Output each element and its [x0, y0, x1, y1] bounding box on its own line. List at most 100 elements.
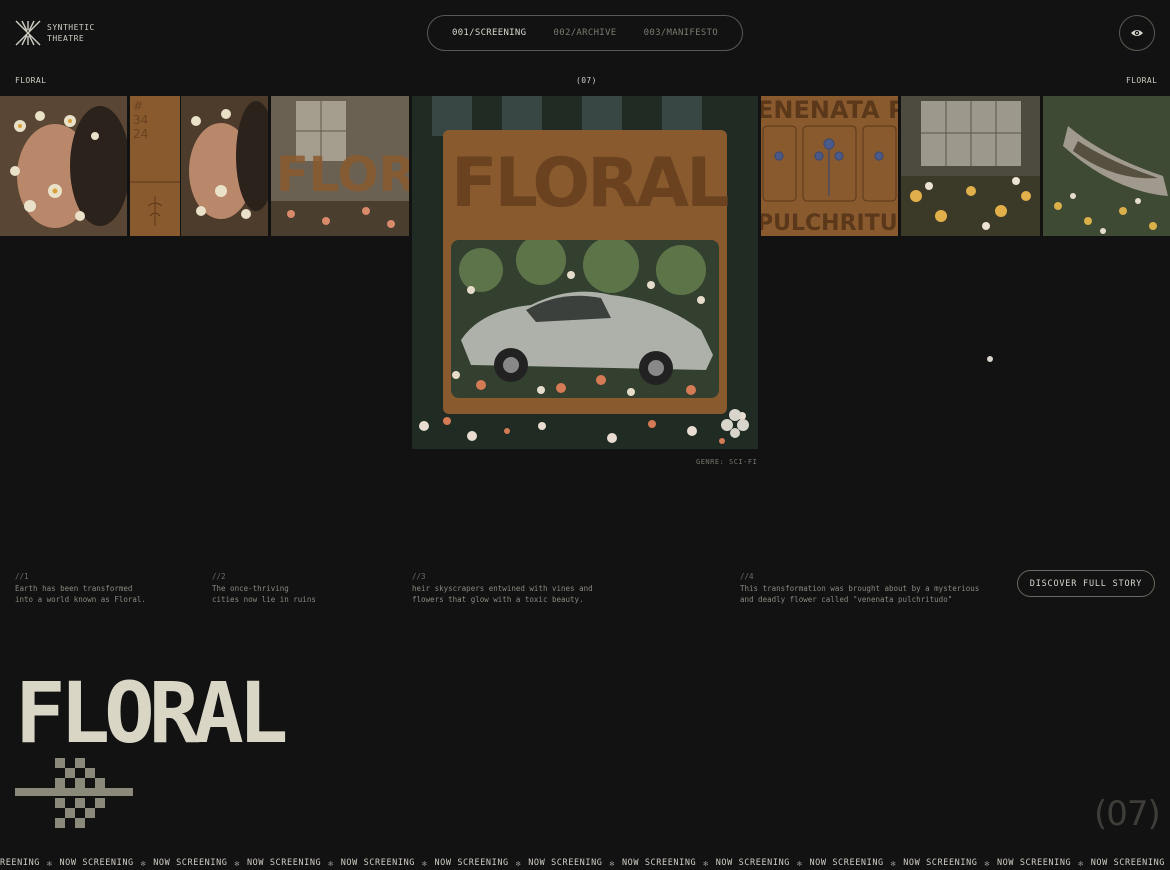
flower-face-image	[0, 96, 127, 236]
asterisk-icon: ✻	[797, 858, 803, 868]
featured-poster: FLORAL	[443, 130, 729, 414]
marquee-text: NOW SCREENING	[340, 858, 416, 868]
marquee-text: REENING	[0, 858, 41, 868]
featured-poster-frame[interactable]: FLORAL	[412, 96, 758, 449]
asterisk-icon: ✻	[515, 858, 522, 868]
marquee-track: REENING ✻ NOW SCREENING ✻ NOW SCREENING ✻ N…	[0, 858, 1165, 868]
marquee-item: NOW SCREENING ✻	[903, 858, 997, 868]
starburst-x-icon	[15, 20, 41, 46]
film-thumbnail-botanical[interactable]: ENENATA PU PULCHRITUDO	[761, 96, 898, 236]
svg-text:ENENATA PU: ENENATA PU	[761, 96, 898, 124]
marquee-item: NOW SCREENING ✻	[247, 858, 341, 868]
svg-text:#: #	[133, 99, 143, 113]
marquee-text: NOW SCREENING	[621, 858, 697, 868]
marquee-text: NOW SCREENING	[246, 858, 322, 868]
asterisk-icon: ✻	[890, 858, 897, 868]
story-item-2: //2 The once-thriving cities now lie in …	[212, 571, 316, 606]
svg-text:34: 34	[133, 113, 148, 127]
nav-item-manifesto[interactable]: 003/MANIFESTO	[644, 28, 718, 38]
visibility-toggle-button[interactable]	[1119, 15, 1155, 51]
pixel-title-art: FLORAL	[15, 664, 292, 762]
marquee-item: NOW SCREENING ✻	[341, 858, 435, 868]
marquee-text: NOW SCREENING	[1090, 858, 1166, 868]
asterisk-icon: ✻	[328, 858, 334, 868]
genre-label: GENRE: SCI-FI	[696, 458, 758, 466]
asterisk-icon: ✻	[422, 858, 428, 868]
film-thumbnail-ruins[interactable]: FLOR	[271, 96, 409, 236]
marquee-item: REENING ✻	[0, 858, 59, 868]
story-item-3: //3 heir skyscrapers entwined with vines…	[412, 571, 593, 606]
story-text: Earth has been transformed into a world …	[15, 583, 146, 605]
page-title: FLORAL	[15, 664, 345, 762]
asterisk-icon: ✻	[609, 858, 615, 868]
asterisk-icon: ✻	[47, 858, 53, 868]
top-right-label: FLORAL	[1126, 76, 1158, 85]
film-counter: (07)	[1094, 794, 1161, 834]
marquee-item: NOW SCREENING ✻	[997, 858, 1091, 868]
marquee-item: NOW SCREENING ✻	[622, 858, 716, 868]
asterisk-icon: ✻	[234, 858, 240, 868]
greenhouse-flowers-image	[901, 96, 1040, 236]
flower-face-image	[181, 96, 268, 236]
top-center-counter: (07)	[576, 76, 597, 85]
cursor-dot	[987, 356, 993, 362]
marquee-text: NOW SCREENING	[903, 858, 978, 868]
abandoned-car-image	[451, 240, 719, 398]
marquee-text: NOW SCREENING	[809, 858, 884, 868]
marquee-text: NOW SCREENING	[59, 858, 134, 868]
brand-name: SYNTHETIC THEATRE	[47, 22, 95, 44]
film-thumbnail-boat[interactable]	[1043, 96, 1170, 236]
marquee-text: NOW SCREENING	[434, 858, 509, 868]
asterisk-icon: ✻	[140, 858, 147, 868]
marquee-item: NOW SCREENING ✻	[809, 858, 903, 868]
marquee-text: NOW SCREENING	[715, 858, 791, 868]
story-text: This transformation was brought about by…	[740, 583, 980, 605]
pixel-arrow-icon	[15, 758, 133, 828]
brand-logo[interactable]: SYNTHETIC THEATRE	[15, 20, 95, 46]
marquee-item: NOW SCREENING ✻	[434, 858, 528, 868]
marquee-item: NOW SCREENING	[1091, 858, 1165, 868]
svg-text:24: 24	[133, 127, 148, 141]
marquee-item: NOW SCREENING ✻	[59, 858, 153, 868]
film-thumbnail-poster-strip[interactable]: # 34 24	[130, 96, 180, 236]
story-number: //2	[212, 572, 226, 581]
eye-icon	[1131, 30, 1143, 36]
pixel-title-text: FLORAL	[15, 676, 286, 746]
vintage-car-image	[451, 240, 719, 398]
story-number: //4	[740, 572, 754, 581]
poster-strip-image: # 34 24	[130, 96, 180, 236]
poster-title: FLORAL	[451, 144, 729, 223]
now-screening-marquee: REENING ✻ NOW SCREENING ✻ NOW SCREENING ✻ N…	[0, 856, 1170, 870]
boat-in-meadow-image	[1043, 96, 1170, 236]
main-nav: 001/SCREENING 002/ARCHIVE 003/MANIFESTO	[427, 15, 743, 51]
clover-icon	[721, 409, 749, 438]
story-text: heir skyscrapers entwined with vines and…	[412, 583, 593, 605]
marquee-text: NOW SCREENING	[153, 858, 228, 868]
marquee-text: NOW SCREENING	[528, 858, 603, 868]
botanical-poster-image: ENENATA PU PULCHRITUDO	[761, 96, 898, 236]
film-thumbnail-face-2[interactable]	[181, 96, 268, 236]
story-number: //3	[412, 572, 426, 581]
asterisk-icon: ✻	[984, 858, 990, 868]
story-item-4: //4 This transformation was brought abou…	[740, 571, 979, 606]
marquee-item: NOW SCREENING ✻	[716, 858, 810, 868]
svg-text:PULCHRITUDO: PULCHRITUDO	[761, 211, 898, 236]
marquee-text: NOW SCREENING	[996, 858, 1072, 868]
asterisk-icon: ✻	[703, 858, 709, 868]
film-thumbnail-face-1[interactable]	[0, 96, 127, 236]
brand-line-2: THEATRE	[47, 34, 85, 43]
marquee-item: NOW SCREENING ✻	[528, 858, 622, 868]
story-text: The once-thriving cities now lie in ruin…	[212, 583, 316, 605]
marquee-item: NOW SCREENING ✻	[153, 858, 247, 868]
ruins-image: FLOR	[271, 96, 409, 236]
top-left-label: FLORAL	[15, 76, 47, 85]
nav-item-archive[interactable]: 002/ARCHIVE	[554, 28, 617, 38]
film-thumbnail-greenhouse[interactable]	[901, 96, 1040, 236]
discover-full-story-button[interactable]: DISCOVER FULL STORY	[1017, 570, 1155, 597]
asterisk-icon: ✻	[1078, 858, 1084, 868]
nav-item-screening[interactable]: 001/SCREENING	[452, 28, 526, 38]
story-item-1: //1 Earth has been transformed into a wo…	[15, 571, 146, 606]
story-number: //1	[15, 572, 29, 581]
brand-line-1: SYNTHETIC	[47, 23, 95, 32]
svg-text:FLOR: FLOR	[276, 147, 409, 203]
